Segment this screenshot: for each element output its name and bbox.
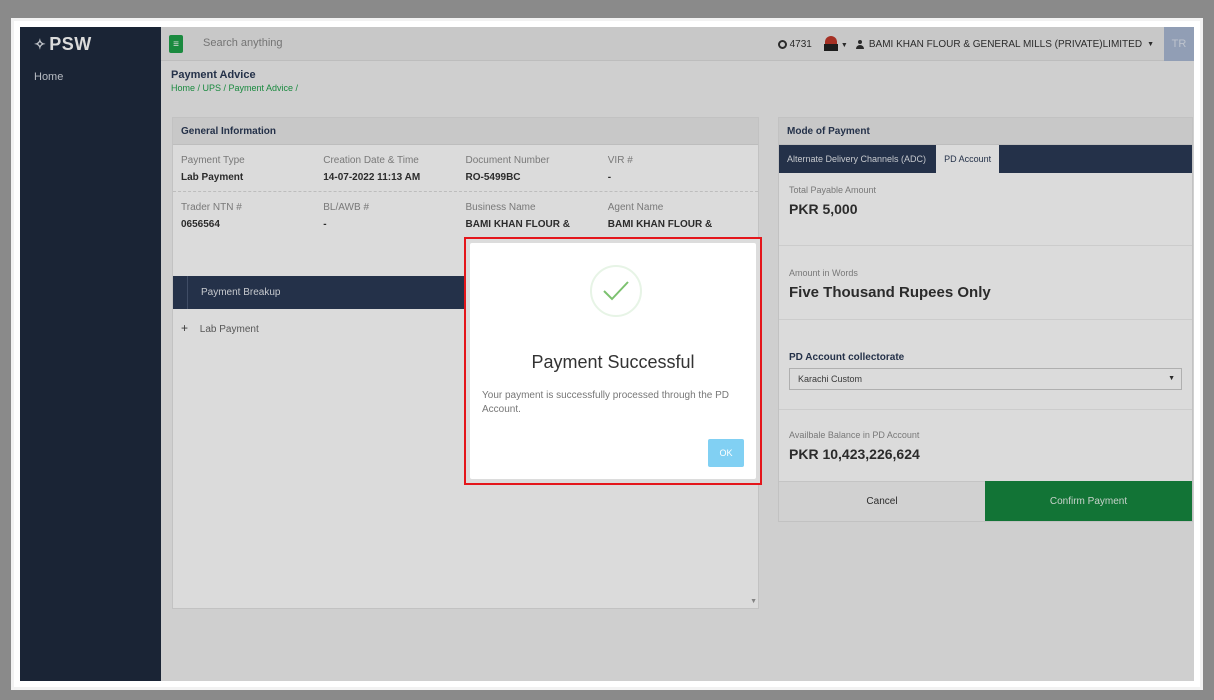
modal-title: Payment Successful	[531, 352, 695, 372]
modal-message: Your payment is successfully processed t…	[482, 390, 729, 415]
modal-highlight-box: Payment Successful Your payment is succe…	[464, 237, 762, 485]
app-window: ✧ PSW Home ≡ Search anything 4731 ▼ BAMI…	[20, 27, 1194, 681]
ok-button[interactable]: OK	[708, 439, 744, 467]
success-check-icon	[590, 265, 642, 317]
payment-success-modal: Payment Successful Your payment is succe…	[470, 243, 756, 479]
screenshot-frame: ✧ PSW Home ≡ Search anything 4731 ▼ BAMI…	[11, 18, 1203, 690]
